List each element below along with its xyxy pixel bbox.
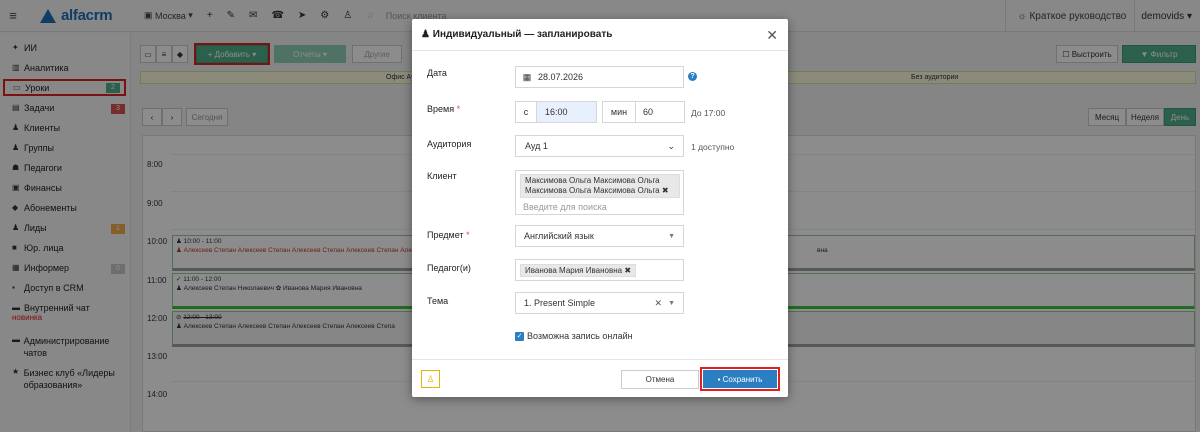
client-tag: Максимова Ольга Максимова Ольга Максимов…: [520, 174, 680, 198]
required-mark: *: [456, 104, 461, 114]
subject-value: Английский язык: [524, 231, 594, 241]
end-time-hint: До 17:00: [691, 108, 726, 118]
remove-tag-icon[interactable]: ✖: [624, 266, 631, 275]
client-label: Клиент: [427, 171, 457, 181]
client-tag-line: Максимова Ольга Максимова Ольга: [525, 186, 660, 195]
time-label: Время: [427, 104, 455, 114]
help-icon[interactable]: ?: [688, 72, 697, 81]
save-label: Сохранить: [722, 374, 763, 384]
online-booking-checkbox[interactable]: ✓ Возможна запись онлайн: [515, 331, 633, 341]
time-label-wrap: Время *: [427, 104, 460, 114]
modal-header: ♟ Индивидуальный — запланировать ✕: [412, 19, 788, 51]
room-value: Ауд 1: [525, 141, 548, 151]
topic-label: Тема: [427, 296, 449, 306]
floppy-disk-icon: ▪: [717, 374, 721, 384]
duration-unit-label: мин: [603, 102, 636, 122]
subject-label: Предмет: [427, 230, 464, 240]
date-value: 28.07.2026: [538, 72, 584, 82]
subject-label-wrap: Предмет *: [427, 230, 470, 240]
duration-value: 60: [643, 107, 654, 117]
subject-select[interactable]: Английский язык ▼: [515, 225, 684, 247]
online-booking-label: Возможна запись онлайн: [527, 331, 633, 341]
date-label: Дата: [427, 68, 447, 78]
room-select[interactable]: Ауд 1 ⌄: [515, 135, 684, 157]
teacher-tag-label: Иванова Мария Ивановна: [525, 265, 623, 275]
teacher-tag: Иванова Мария Ивановна ✖: [520, 263, 637, 277]
calendar-icon: ▦: [522, 71, 532, 82]
time-from-prefix: с: [516, 102, 537, 122]
teacher-hat-icon[interactable]: ♙: [421, 370, 440, 388]
duration-field[interactable]: мин 60: [602, 101, 685, 123]
client-tag-line: Максимова Ольга Максимова Ольга: [525, 176, 660, 185]
time-from-value: 16:00: [537, 102, 596, 122]
modal-title: Индивидуальный — запланировать: [432, 29, 613, 40]
client-multiselect[interactable]: Максимова Ольга Максимова Ольга Максимов…: [515, 170, 684, 215]
save-button-highlight: ▪ Сохранить: [700, 367, 780, 391]
user-icon: ♟: [421, 29, 430, 40]
room-availability-hint: 1 доступно: [691, 142, 735, 152]
close-icon[interactable]: ✕: [766, 27, 778, 44]
clear-icon[interactable]: ✕: [654, 298, 662, 309]
date-field[interactable]: ▦ 28.07.2026: [515, 66, 684, 88]
chevron-down-icon: ⌄: [667, 140, 675, 151]
remove-tag-icon[interactable]: ✖: [662, 186, 669, 195]
required-mark: *: [466, 230, 470, 240]
topic-select[interactable]: 1. Present Simple ✕ ▼: [515, 292, 684, 314]
schedule-lesson-modal: ♟ Индивидуальный — запланировать ✕ Дата …: [412, 19, 788, 397]
checkbox-checked-icon[interactable]: ✓: [515, 331, 524, 341]
save-button[interactable]: ▪ Сохранить: [703, 370, 777, 388]
cancel-button[interactable]: Отмена: [621, 370, 699, 389]
caret-down-icon: ▼: [668, 232, 675, 240]
topic-value: 1. Present Simple: [524, 298, 596, 308]
teacher-multiselect[interactable]: Иванова Мария Ивановна ✖: [515, 259, 684, 281]
teacher-label: Педагог(и): [427, 263, 471, 273]
time-from-field[interactable]: с 16:00: [515, 101, 597, 123]
client-search-input[interactable]: Введите для поиска: [520, 202, 679, 212]
room-label: Аудитория: [427, 139, 472, 149]
caret-down-icon: ▼: [668, 299, 675, 307]
modal-footer: ♙ Отмена ▪ Сохранить: [412, 359, 788, 397]
